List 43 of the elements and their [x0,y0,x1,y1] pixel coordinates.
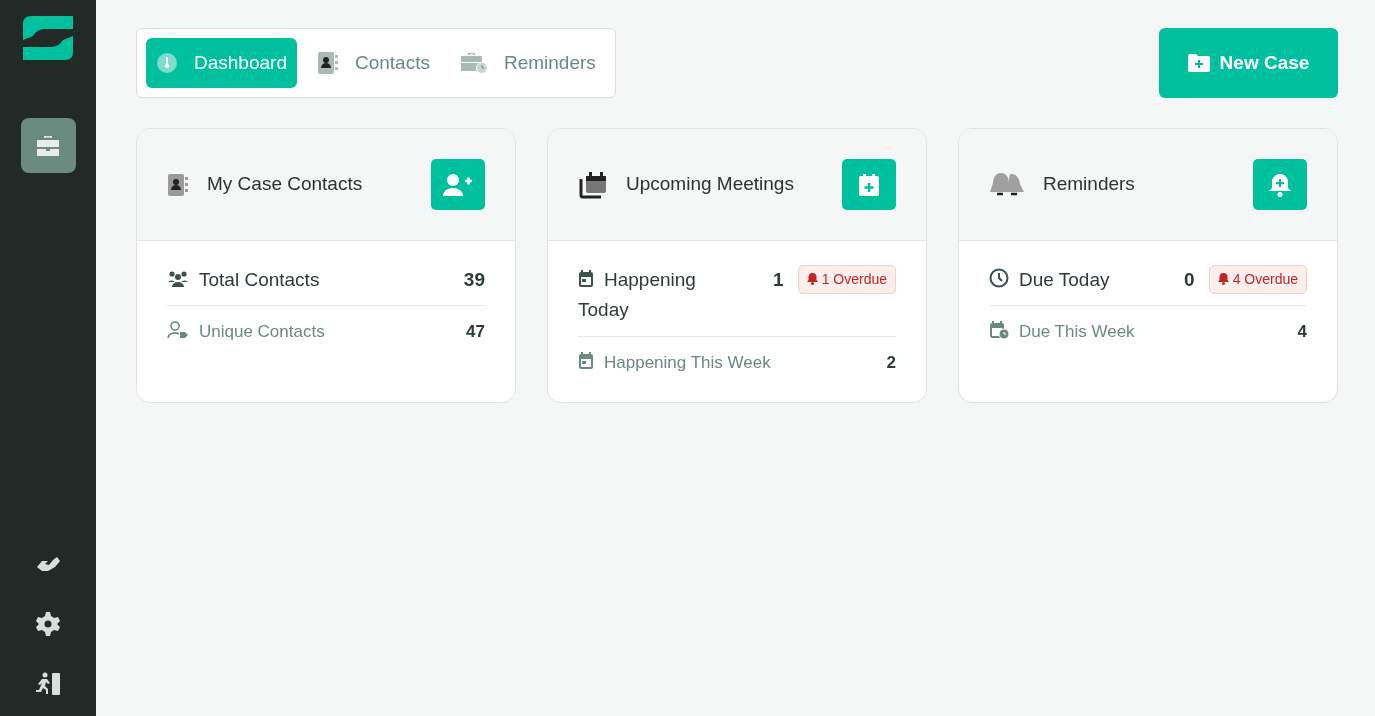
tab[interactable]: Dashboard [146,38,297,88]
briefcase-clock-icon [459,52,488,74]
address-book-icon [316,51,339,75]
sidebar-button[interactable] [20,118,76,173]
stat-label: Happening Today [578,268,697,323]
logo-icon [23,16,73,60]
calendar-icon [578,270,594,288]
stat-label: Unique Contacts [167,316,325,349]
overdue-badge: 4 Overdue [1208,265,1307,294]
stat-label: Due This Week [989,316,1135,349]
user-plus-icon [443,172,473,197]
gauge-icon [156,52,178,74]
card-title: My Case Contacts [207,172,364,197]
stat-value: 4 [1297,321,1307,344]
stat-value: 47 [466,321,485,344]
tab[interactable]: Reminders [449,38,606,88]
calendar-plus-icon [858,172,880,197]
card-title: Upcoming Meetings [626,172,795,197]
new-case-button[interactable]: New Case [1159,28,1338,98]
briefcase-icon [35,133,61,158]
overdue-badge: 1 Overdue [797,265,896,294]
bell-icon [1217,273,1229,285]
calendars-icon [578,170,608,199]
bell-plus-icon [1269,172,1291,197]
bell-icon [806,273,818,285]
clock-icon [989,268,1009,288]
stat-label: Due Today [989,265,1110,296]
address-book-icon [167,172,189,197]
settings-icon [35,610,61,637]
folder-plus-icon [1187,54,1210,72]
calendar-icon [578,351,594,370]
tab[interactable]: Contacts [306,38,440,88]
stat-label: Happening This Week [578,346,771,380]
card-title: Reminders [1043,172,1136,197]
stat-value: 2 [886,351,896,374]
stat-value: 1 [773,268,784,292]
stat-label: Total Contacts [167,265,320,296]
stat-value: 39 [463,268,485,292]
exit-icon [34,670,62,697]
calendar-clock-icon [989,321,1009,340]
stat-value: 0 [1184,268,1195,292]
users-icon [167,270,189,288]
user-tag-icon [167,321,189,340]
